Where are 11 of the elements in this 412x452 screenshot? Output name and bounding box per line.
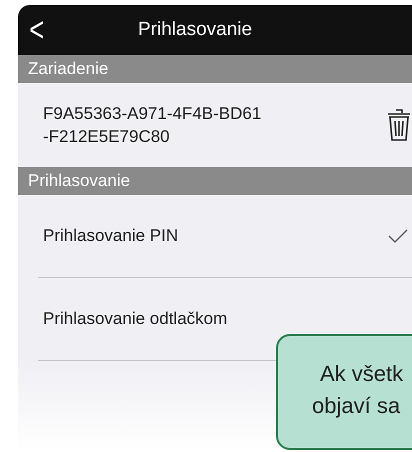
nav-title: Prihlasovanie bbox=[138, 18, 252, 42]
back-button[interactable]: < bbox=[18, 13, 48, 47]
option-label: Prihlasovanie odtlačkom bbox=[43, 308, 228, 330]
callout-text: Ak všetk bbox=[319, 360, 404, 388]
trash-icon[interactable] bbox=[386, 107, 412, 143]
section-header: Prihlasovanie bbox=[18, 167, 412, 195]
login-option[interactable]: Prihlasovanie PIN bbox=[38, 195, 412, 278]
callout-text: objaví sa bbox=[312, 392, 402, 420]
option-label: Prihlasovanie PIN bbox=[43, 225, 178, 248]
section-header: Zariadenie bbox=[18, 55, 412, 83]
device-id: F9A55363-A971-4F4B-BD61 -F212E5E79C80 bbox=[43, 103, 262, 148]
